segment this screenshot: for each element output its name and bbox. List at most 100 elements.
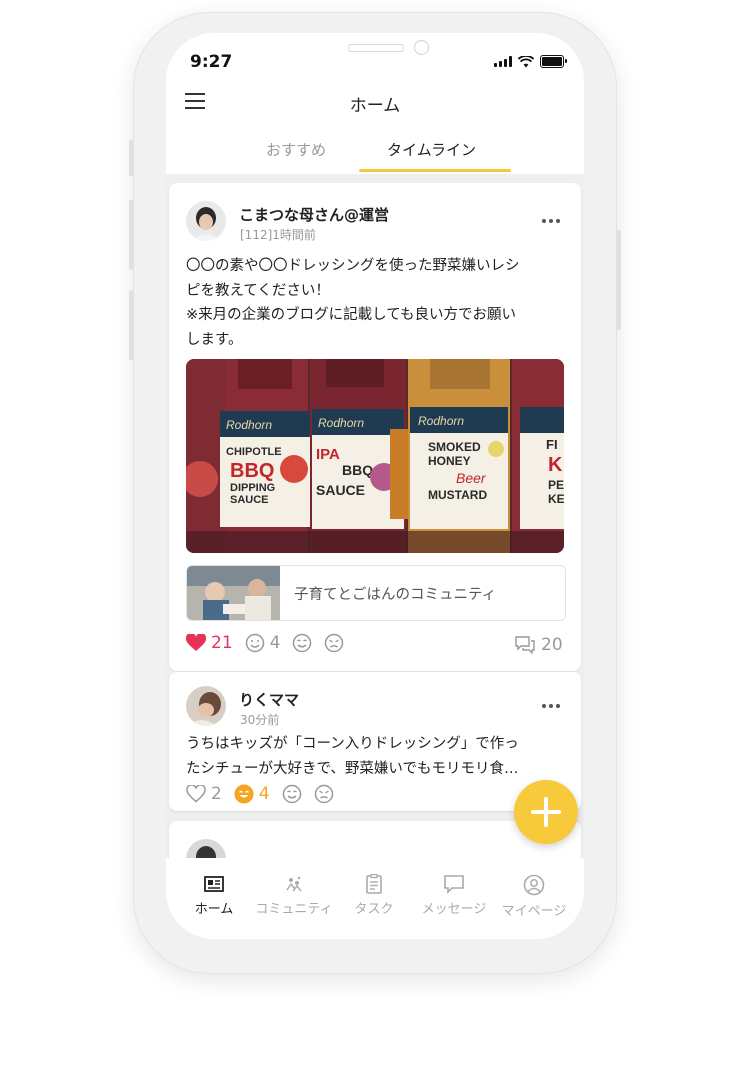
bottle-brand: Rodhorn	[318, 416, 364, 430]
post-card[interactable]: りくママ 30分前 うちはキッズが「コーン入りドレッシング」で作っ たシチューが…	[169, 672, 581, 811]
post-meta: [112]1時間前	[240, 228, 316, 242]
bottle-brand: Rodhorn	[226, 418, 272, 432]
reaction-bar: 21 4	[186, 633, 356, 653]
bottle-label-text: BBQ	[342, 462, 373, 478]
nav-item-mypage[interactable]: マイページ	[493, 874, 575, 919]
speaker	[348, 44, 404, 52]
post-text-line: うちはキッズが「コーン入りドレッシング」で作っ	[186, 736, 519, 752]
post-text-line: たシチューが大好きで、野菜嫌いでもモリモリ食…	[186, 760, 519, 777]
community-link-card[interactable]: 子育てとごはんのコミュニティ	[186, 565, 566, 621]
post-text-line: 〇〇の素や〇〇ドレッシングを使った野菜嫌いレシ	[186, 258, 520, 274]
status-time: 9:27	[190, 52, 233, 72]
smile-count: 4	[258, 784, 270, 804]
post-image[interactable]: Rodhorn CHIPOTLE BBQ DIPPING SAUCE Rodho…	[186, 359, 564, 553]
avatar[interactable]	[186, 839, 226, 858]
comment-icon	[515, 636, 535, 654]
community-icon	[286, 876, 302, 892]
bottle-label-text: SMOKED	[428, 440, 481, 454]
bottle-label-text: SAUCE	[230, 494, 269, 506]
message-bubble-icon	[444, 875, 464, 894]
nav-label: メッセージ	[421, 902, 487, 917]
home-news-icon	[204, 876, 224, 892]
sad-reaction-button[interactable]	[324, 633, 344, 653]
bottle-label-text: SAUCE	[316, 482, 365, 498]
post-card[interactable]: こまつな母さん@運営 [112]1時間前 〇〇の素や〇〇ドレッシングを使った野菜…	[169, 183, 581, 671]
status-icons	[494, 55, 567, 68]
side-button	[129, 200, 134, 270]
nav-label: コミュニティ	[255, 902, 333, 917]
timeline-feed[interactable]: こまつな母さん@運営 [112]1時間前 〇〇の素や〇〇ドレッシングを使った野菜…	[166, 174, 584, 858]
bottle-label-text: FI	[546, 437, 558, 452]
sad-face-icon	[325, 633, 344, 653]
community-name: 子育てとごはんのコミュニティ	[294, 587, 497, 603]
smile-icon	[245, 633, 264, 653]
nav-label: タスク	[354, 902, 394, 917]
post-meta: 30分前	[240, 713, 280, 727]
avatar[interactable]	[186, 201, 226, 241]
bottle-label-text: Beer	[456, 470, 487, 486]
bottle-label-text: DIPPING	[230, 482, 275, 494]
bottom-navigation: ホーム コミュニティ タスク メッセージ マイページ	[166, 858, 584, 939]
smile-reaction-button[interactable]: 4	[245, 633, 281, 653]
like-count: 21	[211, 633, 233, 653]
bottle-label-text: IPA	[316, 446, 340, 463]
bottle-label-text: CHIPOTLE	[226, 446, 282, 458]
app-screen: 9:27 ホーム おすすめ タイムライン こまつな母さん@運営 [112]1時間…	[166, 33, 584, 939]
battery-icon	[540, 55, 567, 68]
bottle-label-text: HONEY	[428, 454, 471, 468]
more-options-icon[interactable]	[542, 219, 560, 223]
comment-button[interactable]: 20	[515, 635, 563, 655]
post-author[interactable]: りくママ	[239, 689, 299, 710]
wifi-icon	[518, 55, 534, 67]
happy-face-icon	[282, 784, 301, 804]
nav-item-message[interactable]: メッセージ	[413, 874, 495, 917]
happy-reaction-button[interactable]	[282, 784, 302, 804]
bottle-label-text: MUSTARD	[428, 488, 487, 502]
post-text-line: ※来月の企業のブログに記載しても良い方でお願い	[186, 307, 516, 323]
post-text-line: します。	[186, 331, 243, 348]
nav-item-home[interactable]: ホーム	[173, 874, 255, 917]
heart-filled-icon	[186, 634, 206, 651]
smile-filled-icon	[234, 784, 254, 804]
post-text: うちはキッズが「コーン入りドレッシング」で作っ たシチューが大好きで、野菜嫌いで…	[186, 732, 519, 781]
tab-timeline[interactable]: タイムライン	[387, 139, 476, 160]
bottle-brand: Rodhorn	[418, 414, 464, 428]
community-thumbnail	[187, 566, 280, 620]
like-button[interactable]: 21	[186, 633, 233, 653]
sad-face-icon	[314, 784, 333, 804]
new-post-button[interactable]	[514, 780, 578, 844]
side-button	[129, 290, 134, 360]
like-button[interactable]: 2	[186, 784, 222, 804]
post-text: 〇〇の素や〇〇ドレッシングを使った野菜嫌いレシ ピを教えてください！ ※来月の企…	[186, 254, 520, 352]
nav-label: ホーム	[194, 902, 234, 917]
post-text-line: ピを教えてください！	[186, 282, 330, 299]
avatar[interactable]	[186, 686, 226, 726]
nav-label: マイページ	[501, 904, 567, 919]
signal-icon	[494, 56, 512, 67]
sad-reaction-button[interactable]	[314, 784, 334, 804]
happy-reaction-button[interactable]	[292, 633, 312, 653]
power-button	[616, 230, 621, 330]
page-title: ホーム	[349, 96, 401, 116]
post-author[interactable]: こまつな母さん@運営	[239, 204, 389, 225]
bottle-label-text: K	[548, 454, 563, 476]
smile-count: 4	[269, 633, 281, 653]
tab-bar: おすすめ タイムライン	[166, 129, 584, 173]
like-count: 2	[211, 784, 222, 804]
smile-reaction-button[interactable]: 4	[234, 784, 270, 804]
bottle-label-text: BBQ	[230, 460, 274, 482]
reaction-bar: 2 4	[186, 784, 346, 804]
bottle-label-text: KE	[548, 492, 564, 506]
active-tab-indicator	[359, 169, 511, 172]
front-camera	[414, 40, 429, 55]
profile-user-icon	[523, 874, 545, 896]
tab-recommended[interactable]: おすすめ	[266, 139, 326, 160]
nav-item-task[interactable]: タスク	[333, 874, 415, 917]
side-button	[129, 140, 134, 176]
more-options-icon[interactable]	[542, 704, 560, 708]
task-clipboard-icon	[366, 874, 382, 894]
bottle-label-text: PE	[548, 478, 564, 492]
nav-item-community[interactable]: コミュニティ	[253, 874, 335, 917]
heart-outline-icon	[186, 785, 206, 803]
app-header: ホーム	[166, 85, 584, 121]
